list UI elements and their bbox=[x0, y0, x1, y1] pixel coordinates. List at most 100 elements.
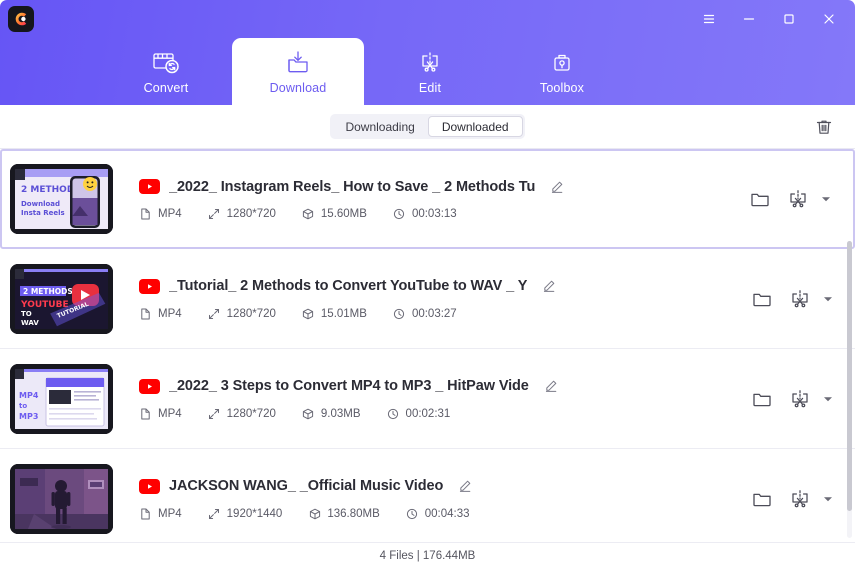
meta-resolution-value: 1280*720 bbox=[226, 208, 276, 220]
table-row[interactable]: MP4 to MP3 _2022_ 3 Steps to Convert MP4… bbox=[0, 349, 855, 449]
scissors-crop-icon[interactable] bbox=[785, 186, 811, 212]
title-line: _2022_ 3 Steps to Convert MP4 to MP3 _ H… bbox=[139, 377, 749, 395]
package-icon bbox=[302, 208, 315, 221]
folder-icon[interactable] bbox=[749, 386, 775, 412]
package-icon bbox=[308, 507, 321, 520]
meta-size-value: 15.01MB bbox=[320, 307, 367, 320]
status-bar: 4 Files | 176.44MB bbox=[0, 542, 855, 568]
tab-download-label: Download bbox=[269, 81, 327, 95]
row-title: JACKSON WANG_ _Official Music Video bbox=[169, 478, 444, 494]
row-content: _2022_ 3 Steps to Convert MP4 to MP3 _ H… bbox=[113, 377, 749, 420]
table-row[interactable]: 2 METHODS Download Insta Reels _2022_ In… bbox=[0, 149, 855, 249]
meta-line: MP4 1280*720 bbox=[139, 307, 749, 320]
file-icon bbox=[139, 507, 152, 520]
youtube-icon bbox=[139, 378, 160, 394]
tab-toolbox-label: Toolbox bbox=[539, 81, 585, 95]
close-button[interactable] bbox=[809, 3, 849, 35]
meta-resolution-value: 1920*1440 bbox=[226, 507, 283, 520]
meta-size: 136.80MB bbox=[308, 507, 380, 520]
clock-icon bbox=[393, 208, 406, 221]
clock-icon bbox=[393, 307, 406, 320]
meta-resolution: 1280*720 bbox=[208, 307, 276, 320]
tab-convert[interactable]: Convert bbox=[100, 38, 232, 105]
meta-format-value: MP4 bbox=[158, 407, 182, 420]
resize-icon bbox=[208, 208, 221, 221]
film-convert-icon bbox=[151, 48, 181, 78]
youtube-icon bbox=[139, 179, 160, 194]
youtube-icon bbox=[139, 478, 160, 494]
download-status-segmented-control: Downloading Downloaded bbox=[330, 114, 525, 139]
meta-duration-value: 00:02:31 bbox=[405, 407, 451, 420]
rename-pencil-icon[interactable] bbox=[542, 377, 560, 395]
list-scrollbar-track[interactable] bbox=[847, 241, 852, 538]
meta-line: MP4 1920*1440 136.80MB 00:04:33 bbox=[139, 507, 749, 520]
list-scrollbar-thumb[interactable] bbox=[847, 241, 852, 511]
scissors-crop-icon[interactable] bbox=[787, 486, 813, 512]
youtube-to-wav-thumbnail: 2 METHODS YOUTUBE TO WAV TUTORIAL bbox=[10, 263, 113, 334]
resize-icon bbox=[208, 407, 221, 420]
meta-format: MP4 bbox=[139, 307, 182, 320]
chevron-down-icon[interactable] bbox=[821, 389, 835, 409]
svg-text:WAV: WAV bbox=[21, 319, 39, 327]
maximize-button[interactable] bbox=[769, 3, 809, 35]
meta-duration-value: 00:04:33 bbox=[424, 507, 470, 520]
rename-pencil-icon[interactable] bbox=[548, 178, 566, 196]
chevron-down-icon[interactable] bbox=[821, 289, 835, 309]
row-actions bbox=[747, 186, 839, 212]
toolbox-icon bbox=[547, 48, 577, 78]
meta-format-value: MP4 bbox=[158, 208, 182, 220]
segment-downloaded[interactable]: Downloaded bbox=[427, 116, 523, 137]
folder-icon[interactable] bbox=[749, 286, 775, 312]
menu-button[interactable] bbox=[689, 3, 729, 35]
tab-download[interactable]: Download bbox=[232, 38, 364, 105]
chevron-down-icon[interactable] bbox=[821, 489, 835, 509]
segment-downloading[interactable]: Downloading bbox=[332, 116, 427, 137]
window-controls bbox=[689, 3, 849, 35]
meta-size: 9.03MB bbox=[302, 407, 361, 420]
meta-format-value: MP4 bbox=[158, 507, 182, 520]
meta-resolution: 1280*720 bbox=[208, 407, 276, 420]
youtube-icon bbox=[139, 278, 160, 294]
row-title: _2022_ 3 Steps to Convert MP4 to MP3 _ H… bbox=[169, 378, 529, 394]
scissors-crop-icon[interactable] bbox=[787, 286, 813, 312]
meta-resolution: 1280*720 bbox=[208, 208, 276, 221]
download-list: 2 METHODS Download Insta Reels _2022_ In… bbox=[0, 149, 855, 542]
tab-edit[interactable]: Edit bbox=[364, 38, 496, 105]
tab-toolbox[interactable]: Toolbox bbox=[496, 38, 628, 105]
meta-duration: 00:04:33 bbox=[406, 507, 470, 520]
row-title: _Tutorial_ 2 Methods to Convert YouTube … bbox=[169, 278, 528, 294]
meta-line: MP4 1280*720 bbox=[139, 407, 749, 420]
folder-icon[interactable] bbox=[747, 186, 773, 212]
mp4-to-mp3-thumbnail: MP4 to MP3 bbox=[10, 363, 113, 434]
title-bar bbox=[0, 0, 855, 38]
download-subtoolbar: Downloading Downloaded bbox=[0, 105, 855, 149]
rename-pencil-icon[interactable] bbox=[456, 477, 474, 495]
svg-text:MP3: MP3 bbox=[19, 412, 38, 421]
meta-duration: 00:02:31 bbox=[387, 407, 451, 420]
meta-size-value: 9.03MB bbox=[320, 407, 361, 420]
svg-text:to: to bbox=[19, 402, 27, 410]
resize-icon bbox=[208, 307, 221, 320]
rename-pencil-icon[interactable] bbox=[540, 277, 558, 295]
meta-resolution-value: 1280*720 bbox=[226, 307, 276, 320]
table-row[interactable]: JACKSON WANG_ _Official Music Video MP4 … bbox=[0, 449, 855, 542]
title-line: _Tutorial_ 2 Methods to Convert YouTube … bbox=[139, 277, 749, 295]
app-window: Convert Download Edit Toolbox Downloadin… bbox=[0, 0, 855, 568]
file-icon bbox=[139, 407, 152, 420]
meta-size: 15.60MB bbox=[302, 208, 367, 221]
meta-resolution-value: 1280*720 bbox=[226, 407, 276, 420]
package-icon bbox=[302, 307, 315, 320]
trash-icon[interactable] bbox=[811, 114, 837, 140]
file-icon bbox=[139, 307, 152, 320]
folder-icon[interactable] bbox=[749, 486, 775, 512]
svg-text:MP4: MP4 bbox=[19, 391, 39, 400]
scissors-crop-icon[interactable] bbox=[787, 386, 813, 412]
tab-convert-label: Convert bbox=[143, 81, 189, 95]
minimize-button[interactable] bbox=[729, 3, 769, 35]
meta-size-value: 136.80MB bbox=[327, 507, 380, 520]
chevron-down-icon[interactable] bbox=[819, 189, 833, 209]
file-icon bbox=[139, 208, 152, 221]
meta-format: MP4 bbox=[139, 507, 182, 520]
clock-icon bbox=[387, 407, 400, 420]
table-row[interactable]: 2 METHODS YOUTUBE TO WAV TUTORIAL _Tutor… bbox=[0, 249, 855, 349]
